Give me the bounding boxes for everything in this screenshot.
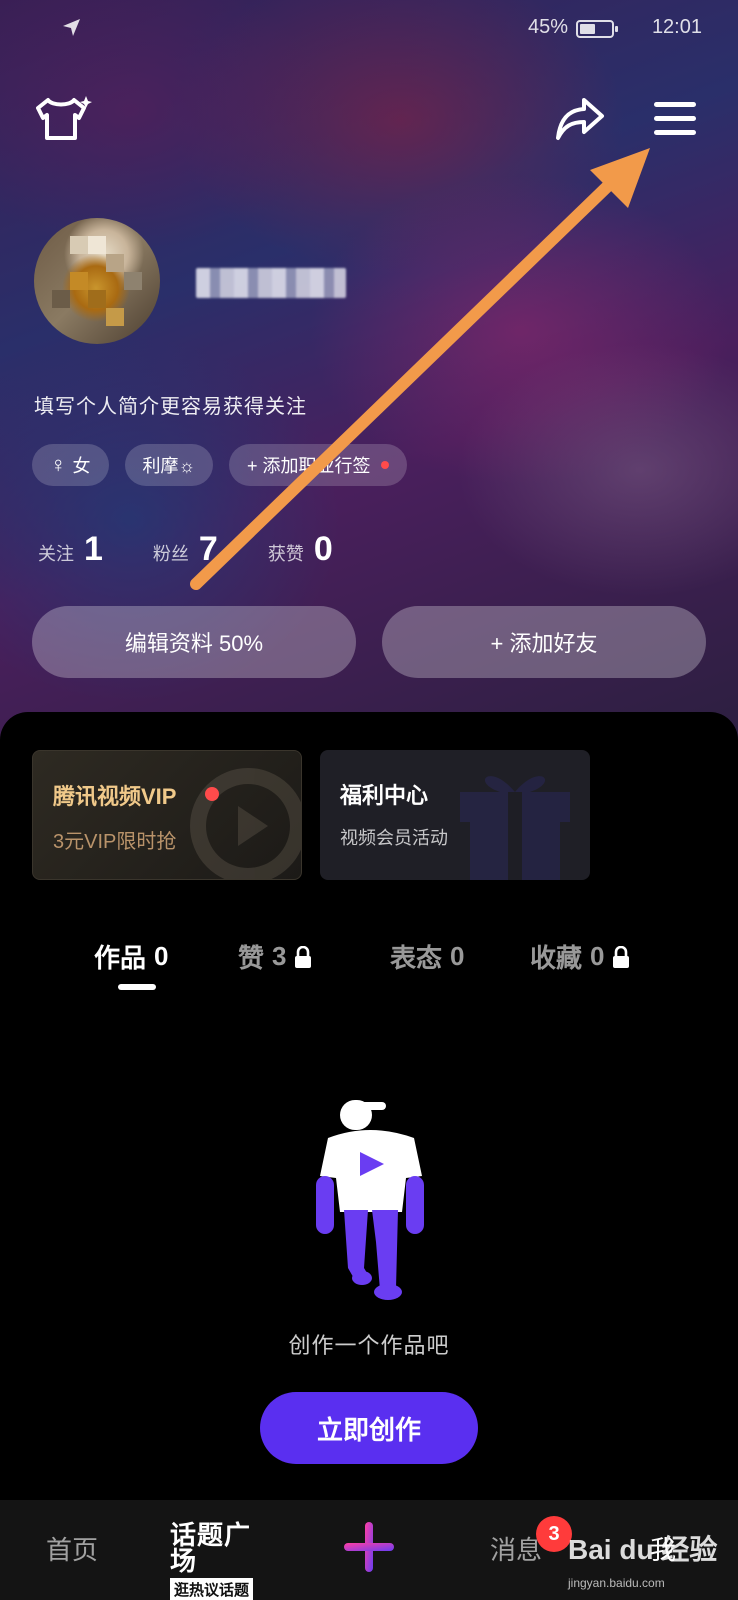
tshirt-icon[interactable]: [32, 94, 92, 144]
messages-badge: 3: [536, 1516, 572, 1552]
vip-subtitle: 3元VIP限时抢: [53, 831, 177, 853]
welfare-center-card[interactable]: 福利中心 视频会员活动: [320, 750, 590, 880]
active-tab-indicator: [118, 984, 156, 990]
status-bar: 45% 12:01: [0, 14, 738, 44]
tab-works-label: 作品: [94, 943, 147, 973]
add-friend-button[interactable]: + 添加好友: [382, 606, 706, 678]
profile-actions: 编辑资料 50% + 添加好友: [32, 606, 706, 678]
tab-likes-count: 3: [272, 941, 287, 971]
baidu-watermark: Bai du 经验: [568, 1534, 718, 1565]
tab-likes[interactable]: 赞 3: [238, 938, 312, 975]
edit-profile-button[interactable]: 编辑资料 50%: [32, 606, 356, 678]
followers-count: 7: [198, 530, 218, 568]
clock: 12:01: [651, 16, 702, 38]
followers-label: 粉丝: [152, 544, 189, 564]
empty-state-illustration: [316, 1100, 424, 1300]
vip-red-dot: [205, 787, 219, 801]
battery-percentage: 45%: [527, 16, 568, 38]
add-profession-tag-chip[interactable]: + 添加职业行签: [229, 444, 407, 486]
following-count: 1: [84, 530, 103, 568]
following-stat[interactable]: 关注 1: [38, 530, 103, 569]
lock-icon: [613, 945, 630, 968]
baidu-watermark-url: jingyan.baidu.com: [568, 1576, 665, 1590]
tab-works[interactable]: 作品 0: [94, 938, 168, 975]
likes-received-label: 获赞: [267, 544, 304, 564]
vip-title: 腾讯视频VIP: [53, 784, 177, 809]
tab-works-count: 0: [154, 941, 169, 971]
create-now-button[interactable]: 立即创作: [260, 1392, 478, 1464]
tab-favorites[interactable]: 收藏 0: [530, 938, 630, 975]
tab-reactions-label: 表态: [390, 943, 443, 973]
tab-likes-label: 赞: [238, 943, 265, 973]
nav-topic-square[interactable]: 话题广场 逛热议话题: [170, 1522, 274, 1600]
welfare-title: 福利中心: [340, 783, 429, 808]
followers-stat[interactable]: 粉丝 7: [153, 530, 218, 569]
female-icon: ♀: [50, 452, 67, 477]
likes-received-stat[interactable]: 获赞 0: [268, 530, 333, 569]
bottom-navigation: 首页 话题广场 逛热议话题 消息 3 我 Bai du 经验 jingyan.b…: [0, 1500, 738, 1600]
share-icon[interactable]: [554, 94, 606, 144]
profile-stats: 关注 1 粉丝 7 获赞 0: [38, 530, 383, 569]
location-label: 利摩☼: [142, 456, 196, 476]
profile-tags: ♀ 女 利摩☼ + 添加职业行签: [32, 444, 407, 486]
topic-square-sub: 逛热议话题: [170, 1578, 254, 1600]
menu-icon[interactable]: [654, 100, 696, 138]
vip-promo-card[interactable]: 腾讯视频VIP 3元VIP限时抢: [32, 750, 302, 880]
nav-home[interactable]: 首页: [46, 1530, 98, 1567]
add-profession-label: + 添加职业行签: [247, 456, 371, 476]
content-tabs: 作品 0 赞 3 表态 0 收藏 0: [0, 938, 738, 998]
empty-state-text: 创作一个作品吧: [288, 1333, 450, 1358]
gender-label: 女: [72, 456, 91, 476]
topic-square-label: 话题广场: [170, 1520, 252, 1576]
tab-reactions[interactable]: 表态 0: [390, 938, 464, 975]
nav-messages[interactable]: 消息: [490, 1530, 542, 1567]
welfare-subtitle: 视频会员活动: [340, 828, 448, 848]
tab-favorites-count: 0: [590, 941, 605, 971]
following-label: 关注: [38, 544, 74, 564]
battery-icon: [576, 20, 618, 38]
bio-placeholder[interactable]: 填写个人简介更容易获得关注: [34, 390, 307, 419]
lock-icon: [295, 945, 312, 968]
plus-icon[interactable]: [344, 1522, 394, 1572]
gift-icon: [460, 776, 570, 880]
location-chip[interactable]: 利摩☼: [124, 444, 213, 486]
tab-reactions-count: 0: [450, 941, 465, 971]
gender-chip[interactable]: ♀ 女: [32, 444, 109, 486]
tab-favorites-label: 收藏: [530, 943, 583, 973]
likes-received-count: 0: [313, 530, 333, 568]
username-blurred: [196, 268, 346, 298]
play-icon: [190, 768, 301, 879]
red-dot-indicator: [380, 461, 389, 469]
avatar[interactable]: [34, 218, 160, 344]
location-icon: [63, 19, 80, 36]
